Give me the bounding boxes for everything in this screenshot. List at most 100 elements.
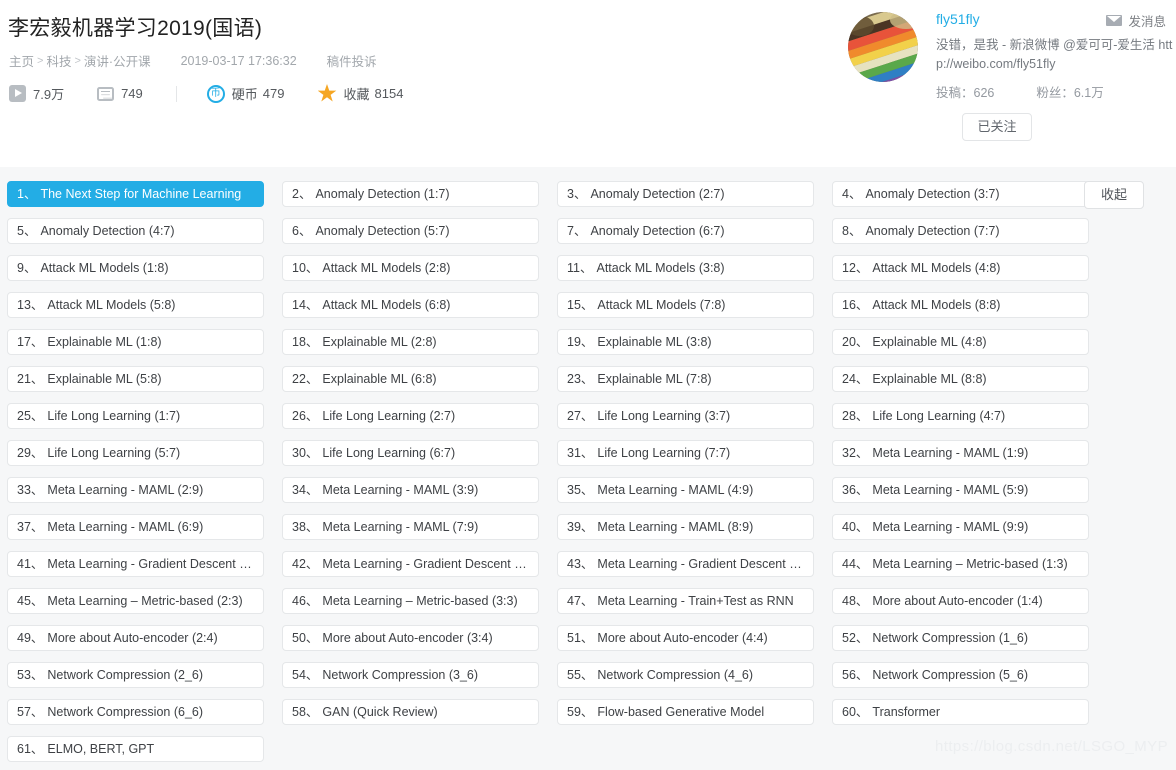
episode-item[interactable]: 14、 Attack ML Models (6:8) — [282, 292, 539, 318]
episode-item[interactable]: 21、 Explainable ML (5:8) — [7, 366, 264, 392]
episode-item[interactable]: 57、 Network Compression (6_6) — [7, 699, 264, 725]
episode-item[interactable]: 8、 Anomaly Detection (7:7) — [832, 218, 1089, 244]
episode-number: 58、 — [292, 705, 319, 719]
uploader-card: fly51fly 发消息 没错，是我 - 新浪微博 @爱可可-爱生活 http:… — [848, 10, 1172, 141]
send-message-button[interactable]: 发消息 — [1106, 11, 1166, 30]
episode-item[interactable]: 13、 Attack ML Models (5:8) — [7, 292, 264, 318]
episode-item[interactable]: 61、 ELMO, BERT, GPT — [7, 736, 264, 762]
episode-item[interactable]: 11、 Attack ML Models (3:8) — [557, 255, 814, 281]
stat-coin[interactable]: 币 硬币 479 — [206, 84, 285, 103]
episode-item[interactable]: 26、 Life Long Learning (2:7) — [282, 403, 539, 429]
episode-title: Network Compression (1_6) — [872, 631, 1029, 645]
episode-item[interactable]: 24、 Explainable ML (8:8) — [832, 366, 1089, 392]
episode-item[interactable]: 25、 Life Long Learning (1:7) — [7, 403, 264, 429]
episode-item[interactable]: 2、 Anomaly Detection (1:7) — [282, 181, 539, 207]
episode-item[interactable]: 16、 Attack ML Models (8:8) — [832, 292, 1089, 318]
episode-number: 43、 — [567, 557, 594, 571]
episode-item[interactable]: 7、 Anomaly Detection (6:7) — [557, 218, 814, 244]
stat-favorite[interactable]: 收藏 8154 — [317, 84, 403, 103]
episode-number: 17、 — [17, 335, 44, 349]
report-link[interactable]: 稿件投诉 — [327, 51, 377, 70]
episode-item[interactable]: 42、 Meta Learning - Gradient Descent as .… — [282, 551, 539, 577]
episode-title: Meta Learning - Gradient Descent as ... — [597, 557, 814, 571]
episode-item[interactable]: 60、 Transformer — [832, 699, 1089, 725]
episode-item[interactable]: 9、 Attack ML Models (1:8) — [7, 255, 264, 281]
episode-item[interactable]: 34、 Meta Learning - MAML (3:9) — [282, 477, 539, 503]
episode-item[interactable]: 23、 Explainable ML (7:8) — [557, 366, 814, 392]
episode-item[interactable]: 27、 Life Long Learning (3:7) — [557, 403, 814, 429]
episode-title: Meta Learning – Metric-based (2:3) — [47, 594, 243, 608]
episode-item[interactable]: 43、 Meta Learning - Gradient Descent as .… — [557, 551, 814, 577]
episode-title: Network Compression (2_6) — [47, 668, 204, 682]
episode-item[interactable]: 59、 Flow-based Generative Model — [557, 699, 814, 725]
episode-item[interactable]: 22、 Explainable ML (6:8) — [282, 366, 539, 392]
episode-title: Life Long Learning (6:7) — [322, 446, 456, 460]
episode-item[interactable]: 6、 Anomaly Detection (5:7) — [282, 218, 539, 244]
breadcrumb-separator-2: > — [74, 54, 81, 67]
episode-item[interactable]: 55、 Network Compression (4_6) — [557, 662, 814, 688]
episode-item[interactable]: 17、 Explainable ML (1:8) — [7, 329, 264, 355]
episode-item[interactable]: 30、 Life Long Learning (6:7) — [282, 440, 539, 466]
episode-number: 48、 — [842, 594, 869, 608]
episode-item[interactable]: 15、 Attack ML Models (7:8) — [557, 292, 814, 318]
episode-item[interactable]: 5、 Anomaly Detection (4:7) — [7, 218, 264, 244]
breadcrumb-home[interactable]: 主页 — [9, 51, 34, 70]
episode-item[interactable]: 38、 Meta Learning - MAML (7:9) — [282, 514, 539, 540]
episode-item[interactable]: 3、 Anomaly Detection (2:7) — [557, 181, 814, 207]
episode-item[interactable]: 50、 More about Auto-encoder (3:4) — [282, 625, 539, 651]
episode-item[interactable]: 44、 Meta Learning – Metric-based (1:3) — [832, 551, 1089, 577]
episode-number: 2、 — [292, 187, 312, 201]
episode-item[interactable]: 47、 Meta Learning - Train+Test as RNN — [557, 588, 814, 614]
episode-item[interactable]: 36、 Meta Learning - MAML (5:9) — [832, 477, 1089, 503]
episode-item[interactable]: 37、 Meta Learning - MAML (6:9) — [7, 514, 264, 540]
episode-item[interactable]: 35、 Meta Learning - MAML (4:9) — [557, 477, 814, 503]
avatar[interactable] — [848, 12, 918, 82]
uploader-name[interactable]: fly51fly — [936, 10, 980, 28]
episode-item[interactable]: 53、 Network Compression (2_6) — [7, 662, 264, 688]
episode-item[interactable]: 4、 Anomaly Detection (3:7) — [832, 181, 1089, 207]
episode-title: GAN (Quick Review) — [322, 705, 438, 719]
episode-item[interactable]: 19、 Explainable ML (3:8) — [557, 329, 814, 355]
episode-item[interactable]: 29、 Life Long Learning (5:7) — [7, 440, 264, 466]
follow-button[interactable]: 已关注 — [962, 113, 1032, 141]
episode-title: Anomaly Detection (1:7) — [315, 187, 450, 201]
breadcrumb-subcategory[interactable]: 演讲·公开课 — [84, 51, 151, 70]
episode-title: Attack ML Models (3:8) — [596, 261, 725, 275]
episode-title: Explainable ML (2:8) — [322, 335, 437, 349]
episode-title: Life Long Learning (4:7) — [872, 409, 1006, 423]
episode-title: Meta Learning - MAML (6:9) — [47, 520, 204, 534]
episode-item[interactable]: 20、 Explainable ML (4:8) — [832, 329, 1089, 355]
episode-number: 61、 — [17, 742, 44, 756]
episode-title: Meta Learning - MAML (4:9) — [597, 483, 754, 497]
episode-item[interactable]: 52、 Network Compression (1_6) — [832, 625, 1089, 651]
episode-item[interactable]: 49、 More about Auto-encoder (2:4) — [7, 625, 264, 651]
episode-item[interactable]: 56、 Network Compression (5_6) — [832, 662, 1089, 688]
episode-number: 33、 — [17, 483, 44, 497]
episode-item[interactable]: 1、 The Next Step for Machine Learning — [7, 181, 264, 207]
send-message-label: 发消息 — [1128, 15, 1166, 29]
episode-item[interactable]: 54、 Network Compression (3_6) — [282, 662, 539, 688]
episode-item[interactable]: 51、 More about Auto-encoder (4:4) — [557, 625, 814, 651]
episode-item[interactable]: 46、 Meta Learning – Metric-based (3:3) — [282, 588, 539, 614]
episode-item[interactable]: 10、 Attack ML Models (2:8) — [282, 255, 539, 281]
episode-item[interactable]: 12、 Attack ML Models (4:8) — [832, 255, 1089, 281]
episode-item[interactable]: 31、 Life Long Learning (7:7) — [557, 440, 814, 466]
episode-number: 41、 — [17, 557, 44, 571]
episode-number: 50、 — [292, 631, 319, 645]
episode-number: 24、 — [842, 372, 869, 386]
episode-item[interactable]: 58、 GAN (Quick Review) — [282, 699, 539, 725]
episode-title: Anomaly Detection (5:7) — [315, 224, 450, 238]
episode-item[interactable]: 45、 Meta Learning – Metric-based (2:3) — [7, 588, 264, 614]
episode-item[interactable]: 28、 Life Long Learning (4:7) — [832, 403, 1089, 429]
episode-item[interactable]: 18、 Explainable ML (2:8) — [282, 329, 539, 355]
episode-item[interactable]: 40、 Meta Learning - MAML (9:9) — [832, 514, 1089, 540]
collapse-button[interactable]: 收起 — [1084, 181, 1144, 209]
episode-number: 19、 — [567, 335, 594, 349]
episode-number: 52、 — [842, 631, 869, 645]
episode-item[interactable]: 39、 Meta Learning - MAML (8:9) — [557, 514, 814, 540]
episode-item[interactable]: 41、 Meta Learning - Gradient Descent as .… — [7, 551, 264, 577]
episode-item[interactable]: 33、 Meta Learning - MAML (2:9) — [7, 477, 264, 503]
breadcrumb-category[interactable]: 科技 — [46, 51, 71, 70]
episode-item[interactable]: 48、 More about Auto-encoder (1:4) — [832, 588, 1089, 614]
episode-item[interactable]: 32、 Meta Learning - MAML (1:9) — [832, 440, 1089, 466]
